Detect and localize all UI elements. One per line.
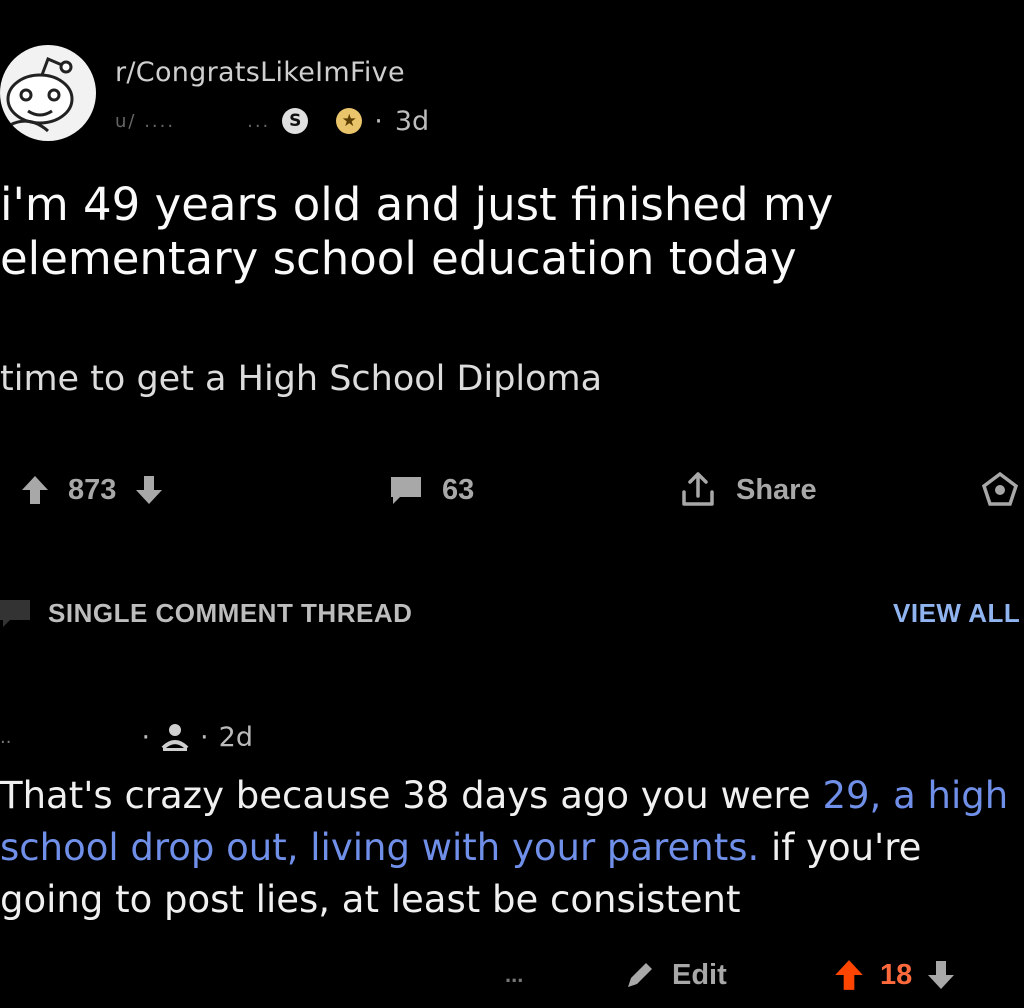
comment-text-1: That's crazy because 38 days ago you wer… [0,774,823,817]
more-dots: ... [505,962,524,987]
award-s-icon: S [282,108,309,134]
comment-score: 18 [880,958,913,991]
post-meta: u/ .... ... S ★ · 3d [115,104,429,138]
comment-meta: .. · · 2d [0,718,253,756]
downvote-icon[interactable] [134,474,164,506]
reddit-snoo-icon [6,57,74,133]
comment-downvote-icon[interactable] [926,959,956,991]
comment-author[interactable]: .. [0,727,11,748]
share-icon [682,472,714,506]
single-comment-thread-label: SINGLE COMMENT THREAD [48,598,413,628]
comment-meta-dot-2: · [200,721,209,753]
subreddit-avatar[interactable] [0,45,96,141]
subreddit-name[interactable]: r/CongratsLikeImFive [115,57,405,88]
meta-dot: · [374,105,383,137]
author-name[interactable]: u/ .... [115,111,175,132]
award-icon [981,471,1019,506]
award-button[interactable] [980,468,1020,512]
view-all-button[interactable]: VIEW ALL [893,598,1020,629]
edit-label: Edit [672,958,727,991]
award-gold-icon: ★ [336,108,363,134]
comment-count: 63 [442,473,475,506]
comment-vote-bar: 18 [832,950,956,1000]
user-flair-icon [161,724,189,751]
comment-body: That's crazy because 38 days ago you wer… [0,770,1024,926]
comment-icon [391,477,421,504]
post-body: time to get a High School Diploma [0,359,603,399]
share-button[interactable]: Share [678,468,817,512]
thread-comment-icon [0,600,30,627]
share-label: Share [736,473,817,506]
pencil-icon [628,963,652,987]
vote-bar: 873 [20,468,164,512]
comment-more-button[interactable]: ... [505,950,523,1000]
post-age: 3d [394,105,430,137]
comments-button[interactable]: 63 [388,468,474,512]
post-title[interactable]: i'm 49 years old and just finished my el… [0,178,1010,286]
comment-upvote-icon[interactable] [832,958,866,992]
comment-meta-dot: · [141,721,151,753]
upvote-icon[interactable] [20,474,50,506]
author-name-cont: ... [247,110,271,132]
edit-button[interactable]: Edit [622,950,727,1000]
comment-age: 2d [218,721,253,753]
upvote-count: 873 [68,473,117,506]
